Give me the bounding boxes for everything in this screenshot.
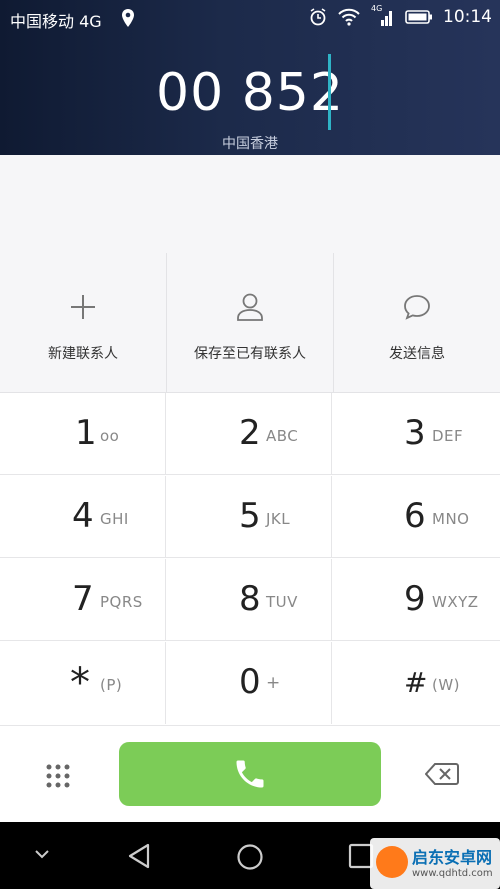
key-digit: 3 xyxy=(404,413,426,453)
dial-key-hash[interactable]: # (W) xyxy=(332,642,500,724)
clock: 10:14 xyxy=(443,7,492,27)
dial-key-5[interactable]: 5 JKL xyxy=(166,476,332,558)
key-digit: 0 xyxy=(239,662,261,702)
send-message-button[interactable]: 发送信息 xyxy=(334,253,500,392)
key-digit: 1 xyxy=(75,413,97,453)
dial-key-7[interactable]: 7 PQRS xyxy=(0,559,166,641)
key-letters: DEF xyxy=(432,427,464,445)
key-letters: JKL xyxy=(266,510,291,528)
suggestion-area xyxy=(0,155,500,254)
save-to-existing-contact-button[interactable]: 保存至已有联系人 xyxy=(167,253,334,392)
wifi-icon xyxy=(338,8,360,26)
watermark-title: 启东安卓网 xyxy=(412,848,493,867)
message-icon xyxy=(404,295,430,320)
dialed-number[interactable]: 00 852 xyxy=(0,62,500,124)
watermark-logo-icon xyxy=(376,846,408,878)
person-icon xyxy=(237,293,263,321)
key-letters: MNO xyxy=(432,510,470,528)
text-cursor xyxy=(328,54,331,130)
chevron-down-icon[interactable] xyxy=(33,848,51,860)
signal-icon xyxy=(381,11,392,26)
signal-indicator: 4G xyxy=(371,4,395,28)
alarm-icon xyxy=(310,8,326,26)
dial-key-8[interactable]: 8 TUV xyxy=(166,559,332,641)
status-right: 4G 10:14 xyxy=(309,4,492,28)
dial-key-3[interactable]: 3 DEF xyxy=(332,393,500,475)
key-letters: (P) xyxy=(100,676,123,694)
dial-key-6[interactable]: 6 MNO xyxy=(332,476,500,558)
key-letters: WXYZ xyxy=(432,593,479,611)
number-region: 中国香港 xyxy=(222,136,278,152)
location-icon xyxy=(122,9,134,27)
dial-key-4[interactable]: 4 GHI xyxy=(0,476,166,558)
dialpad-toggle-icon[interactable] xyxy=(45,763,71,789)
new-contact-label: 新建联系人 xyxy=(48,346,118,362)
key-digit: 7 xyxy=(72,579,94,619)
key-letters: TUV xyxy=(266,593,298,611)
send-message-label: 发送信息 xyxy=(389,346,445,362)
plus-icon xyxy=(71,295,95,319)
key-digit: * xyxy=(70,660,90,706)
dialpad: 1 ᴏᴏ 2 ABC 3 DEF 4 GHI 5 JKL 6 MNO 7 PQR… xyxy=(0,393,500,725)
dial-key-9[interactable]: 9 WXYZ xyxy=(332,559,500,641)
call-button[interactable] xyxy=(119,742,381,806)
save-to-existing-label: 保存至已有联系人 xyxy=(194,346,306,362)
phone-icon xyxy=(236,760,264,788)
battery-icon xyxy=(405,10,432,24)
new-contact-button[interactable]: 新建联系人 xyxy=(0,253,167,392)
key-letters: + xyxy=(266,673,281,693)
dial-key-0[interactable]: 0 + xyxy=(166,642,332,724)
key-letters: ABC xyxy=(266,427,299,445)
dial-key-star[interactable]: * (P) xyxy=(0,642,166,724)
back-icon[interactable] xyxy=(126,842,152,870)
key-digit: 6 xyxy=(404,496,426,536)
key-digit: 4 xyxy=(72,496,94,536)
key-digit: 9 xyxy=(404,579,426,619)
watermark: 启东安卓网 www.qdhtd.com xyxy=(370,838,500,889)
status-bar: 中国移动 4G 4G 10:14 xyxy=(0,0,500,36)
voicemail-icon: ᴏᴏ xyxy=(100,427,120,445)
key-digit: 2 xyxy=(239,413,261,453)
dialer-header: 中国移动 4G 4G 10:14 00 852 中国香港 xyxy=(0,0,500,155)
dial-key-2[interactable]: 2 ABC xyxy=(166,393,332,475)
key-letters: (W) xyxy=(432,676,461,694)
key-letters: GHI xyxy=(100,510,129,528)
key-letters: PQRS xyxy=(100,593,143,611)
key-digit: # xyxy=(404,666,428,699)
dial-key-1[interactable]: 1 ᴏᴏ xyxy=(0,393,166,475)
key-digit: 5 xyxy=(239,496,261,536)
watermark-url: www.qdhtd.com xyxy=(412,868,493,879)
backspace-icon[interactable] xyxy=(425,762,459,786)
home-icon[interactable] xyxy=(235,842,265,872)
carrier-label: 中国移动 4G xyxy=(10,12,102,31)
quick-actions: 新建联系人 保存至已有联系人 发送信息 xyxy=(0,253,500,393)
key-digit: 8 xyxy=(239,579,261,619)
dial-bottom-bar xyxy=(0,725,500,823)
